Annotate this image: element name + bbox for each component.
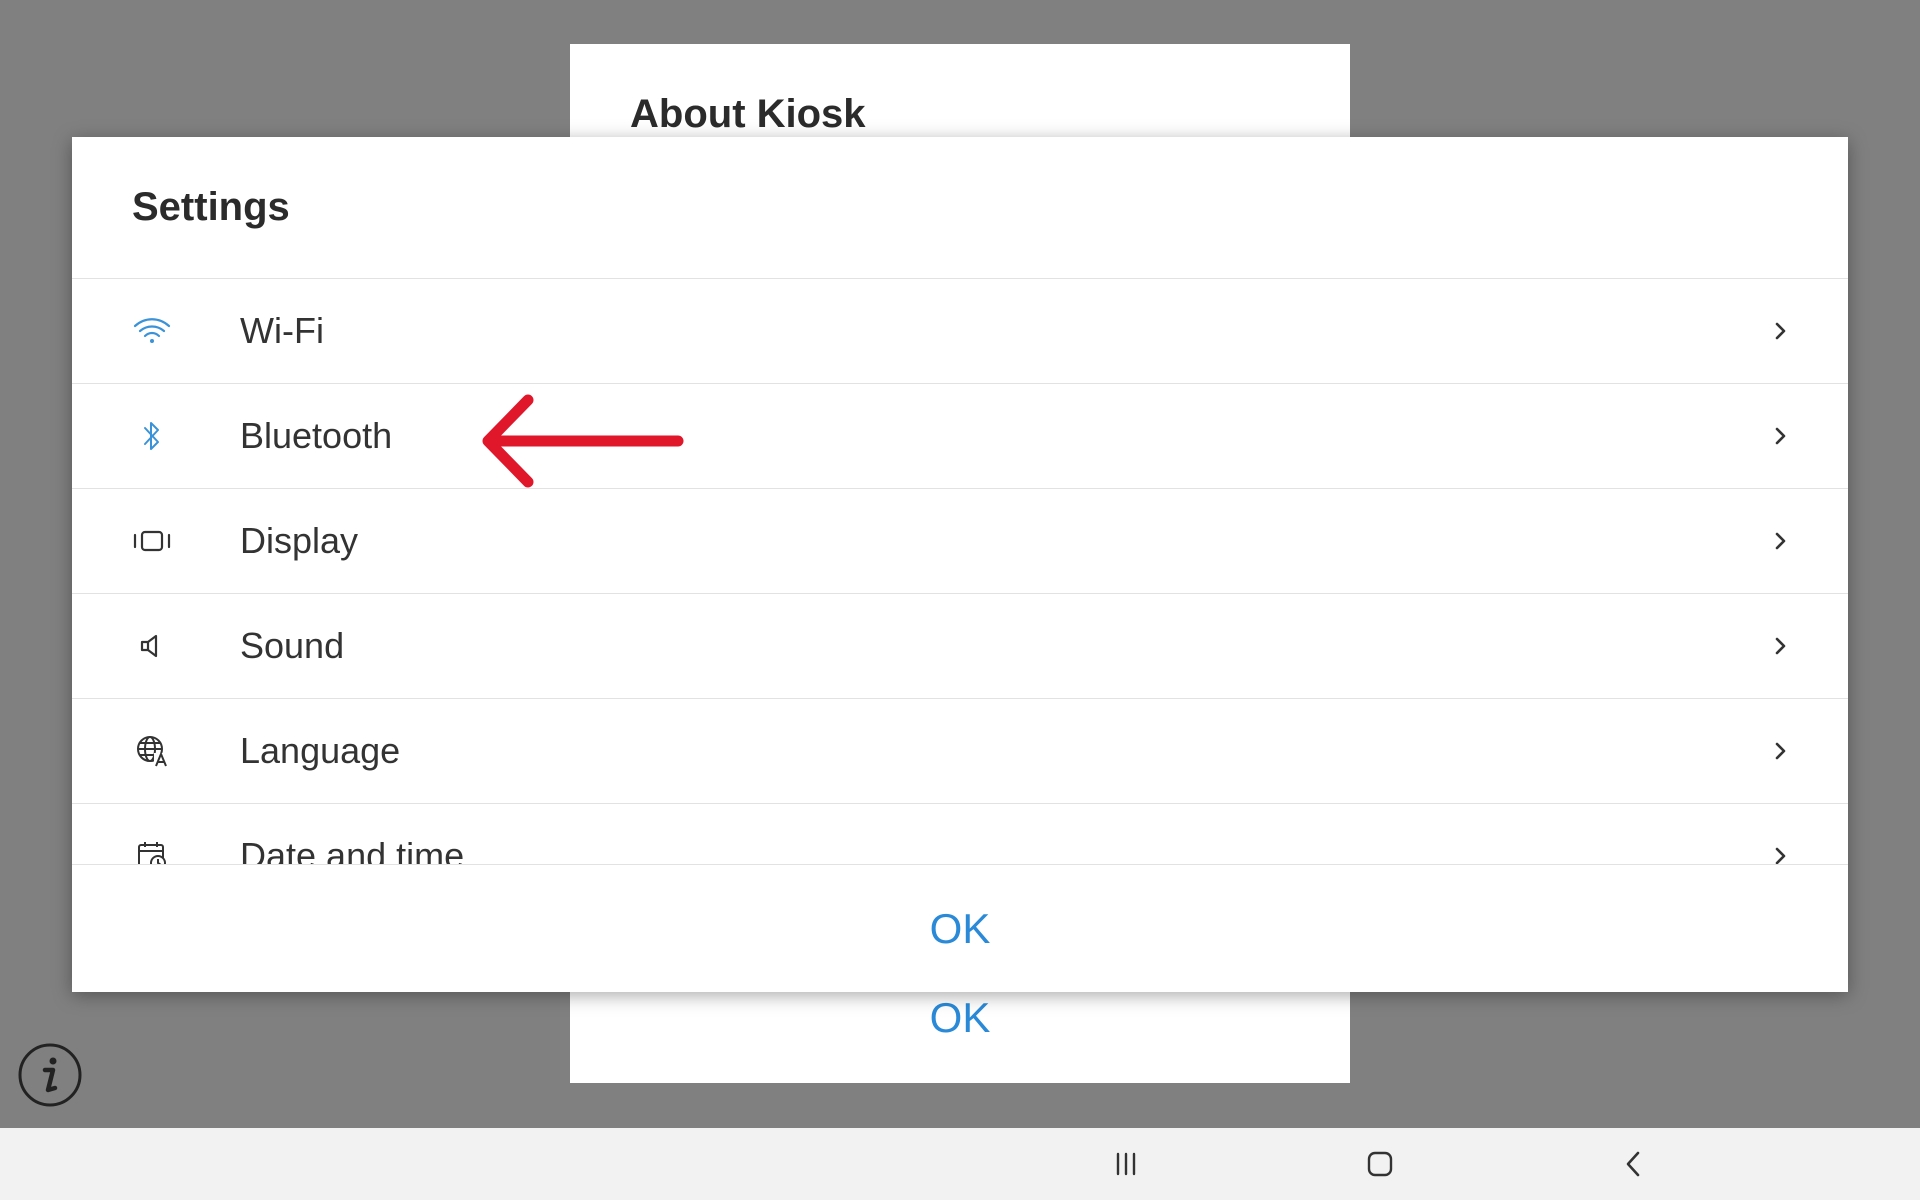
settings-item-label: Date and time <box>240 835 465 864</box>
red-arrow-icon <box>482 394 684 488</box>
info-icon[interactable] <box>17 1042 83 1108</box>
back-icon[interactable] <box>1616 1146 1652 1182</box>
settings-dialog: Settings Wi-Fi Bluetooth Display Sound L… <box>72 137 1848 992</box>
bluetooth-icon <box>132 416 172 456</box>
display-icon <box>132 521 172 561</box>
chevron-right-icon <box>1775 847 1786 864</box>
navigation-bar <box>0 1128 1920 1200</box>
settings-item-wifi[interactable]: Wi-Fi <box>72 279 1848 384</box>
settings-item-bluetooth[interactable]: Bluetooth <box>72 384 1848 489</box>
settings-item-label: Language <box>240 730 401 771</box>
about-dialog-title: About Kiosk <box>630 92 866 136</box>
recents-icon[interactable] <box>1108 1146 1144 1182</box>
speaker-icon <box>132 626 172 666</box>
settings-dialog-footer: OK <box>72 864 1848 992</box>
settings-ok-button[interactable]: OK <box>72 865 1848 992</box>
calendar-clock-icon <box>132 836 172 864</box>
chevron-right-icon <box>1775 322 1786 340</box>
chevron-right-icon <box>1775 742 1786 760</box>
settings-item-sound[interactable]: Sound <box>72 594 1848 699</box>
chevron-right-icon <box>1775 637 1786 655</box>
settings-list[interactable]: Wi-Fi Bluetooth Display Sound Language D… <box>72 278 1848 864</box>
chevron-right-icon <box>1775 532 1786 550</box>
about-ok-button[interactable]: OK <box>570 994 1350 1042</box>
settings-item-display[interactable]: Display <box>72 489 1848 594</box>
home-icon[interactable] <box>1362 1146 1398 1182</box>
chevron-right-icon <box>1775 427 1786 445</box>
settings-item-date-time[interactable]: Date and time <box>72 804 1848 864</box>
wifi-icon <box>132 311 172 351</box>
settings-item-language[interactable]: Language <box>72 699 1848 804</box>
settings-item-label: Display <box>240 520 359 561</box>
settings-item-label: Sound <box>240 625 345 666</box>
language-icon <box>132 731 172 771</box>
settings-dialog-title: Settings <box>132 185 290 229</box>
settings-item-label: Wi-Fi <box>240 310 324 351</box>
settings-item-label: Bluetooth <box>240 415 393 456</box>
